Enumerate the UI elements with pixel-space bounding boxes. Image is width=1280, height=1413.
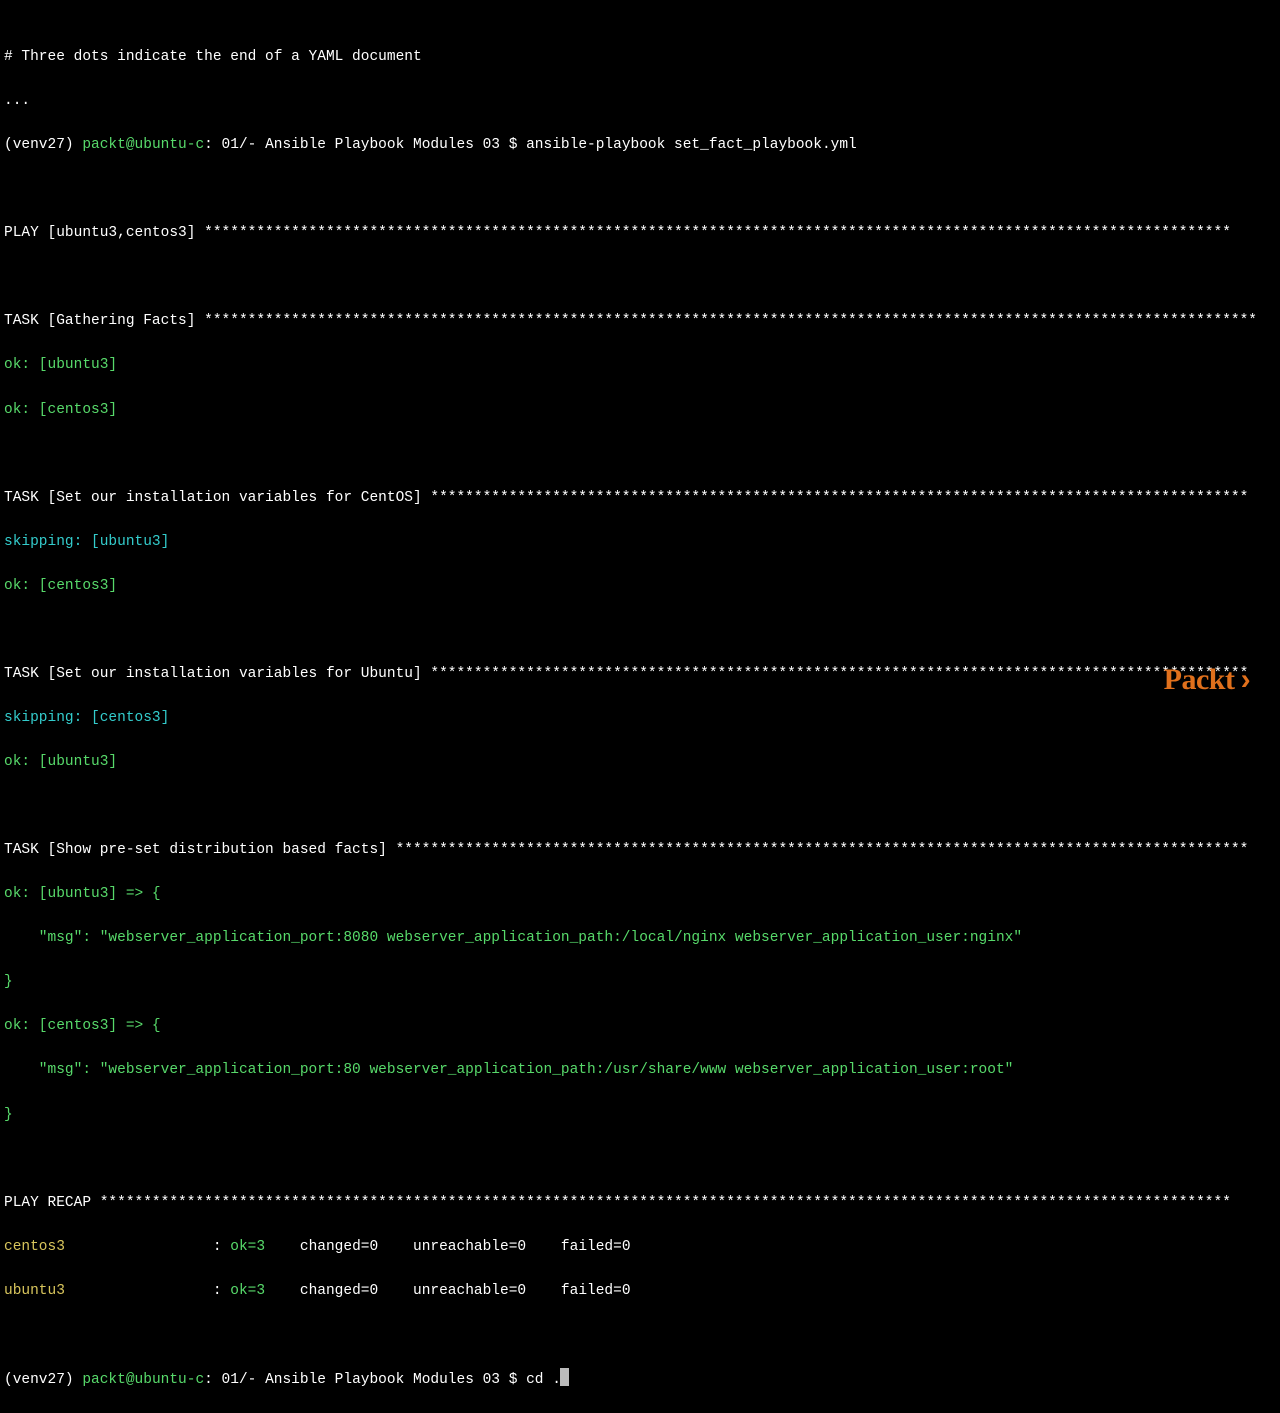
task4-out2-close: } <box>4 1104 1276 1126</box>
recap-row-centos: centos3 : ok=3 changed=0 unreachable=0 f… <box>4 1236 1276 1258</box>
prompt-line-2[interactable]: (venv27) packt@ubuntu-c: 01/- Ansible Pl… <box>4 1368 1276 1391</box>
task-show-facts: TASK [Show pre-set distribution based fa… <box>4 839 1276 861</box>
task4-out1-msg: "msg": "webserver_application_port:8080 … <box>4 927 1276 949</box>
task2-skip: skipping: [ubuntu3] <box>4 531 1276 553</box>
task-centos-vars: TASK [Set our installation variables for… <box>4 487 1276 509</box>
task4-out2-msg: "msg": "webserver_application_port:80 we… <box>4 1059 1276 1081</box>
yaml-comment: # Three dots indicate the end of a YAML … <box>4 46 1276 68</box>
chevron-right-icon: › <box>1236 665 1254 699</box>
task2-ok: ok: [centos3] <box>4 575 1276 597</box>
task3-skip: skipping: [centos3] <box>4 707 1276 729</box>
cursor-icon <box>560 1368 569 1386</box>
recap-row-ubuntu: ubuntu3 : ok=3 changed=0 unreachable=0 f… <box>4 1280 1276 1302</box>
play-recap-header: PLAY RECAP *****************************… <box>4 1192 1276 1214</box>
task-ubuntu-vars: TASK [Set our installation variables for… <box>4 663 1276 685</box>
task-gathering-facts: TASK [Gathering Facts] *****************… <box>4 310 1276 332</box>
play-header: PLAY [ubuntu3,centos3] *****************… <box>4 222 1276 244</box>
terminal-output: # Three dots indicate the end of a YAML … <box>0 0 1280 1413</box>
task4-out1-open: ok: [ubuntu3] => { <box>4 883 1276 905</box>
task1-result-1: ok: [ubuntu3] <box>4 354 1276 376</box>
prompt-line-1: (venv27) packt@ubuntu-c: 01/- Ansible Pl… <box>4 134 1276 156</box>
brand-logo: Packt› <box>1164 657 1254 706</box>
task3-ok: ok: [ubuntu3] <box>4 751 1276 773</box>
task4-out1-close: } <box>4 971 1276 993</box>
task4-out2-open: ok: [centos3] => { <box>4 1015 1276 1037</box>
task1-result-2: ok: [centos3] <box>4 399 1276 421</box>
yaml-dots: ... <box>4 90 1276 112</box>
